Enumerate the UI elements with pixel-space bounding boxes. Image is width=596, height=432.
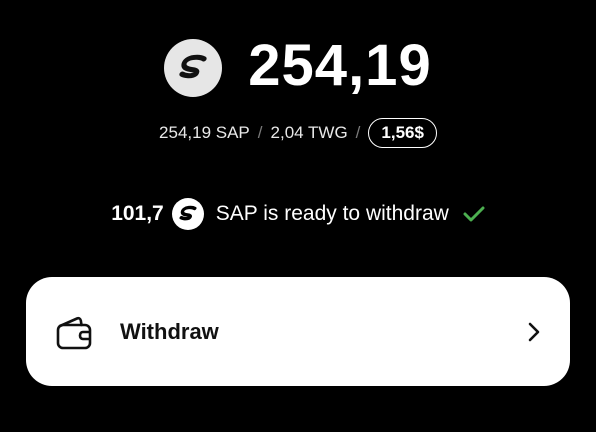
balance-breakdown: 254,19 SAP / 2,04 TWG / 1,56$ — [0, 116, 596, 150]
balance-header: 254,19 — [0, 33, 596, 100]
sap-coin-icon — [171, 198, 204, 230]
twg-balance-text: 2,04 TWG — [270, 123, 348, 142]
separator: / — [257, 123, 263, 142]
sap-balance-text: 254,19 SAP — [159, 123, 250, 142]
usd-value-badge: 1,56$ — [368, 118, 437, 148]
wallet-icon — [54, 312, 94, 352]
chevron-right-icon — [522, 320, 546, 344]
balance-amount: 254,19 — [248, 33, 432, 98]
ready-text: SAP is ready to withdraw — [215, 202, 449, 225]
separator: / — [355, 123, 361, 142]
ready-to-withdraw-status: 101,7 SAP is ready to withdraw — [0, 196, 596, 232]
sap-coin-icon — [164, 39, 223, 97]
withdraw-button[interactable]: Withdraw — [26, 277, 570, 386]
check-icon — [463, 205, 485, 223]
ready-amount: 101,7 — [111, 202, 164, 225]
withdraw-label: Withdraw — [120, 318, 219, 344]
